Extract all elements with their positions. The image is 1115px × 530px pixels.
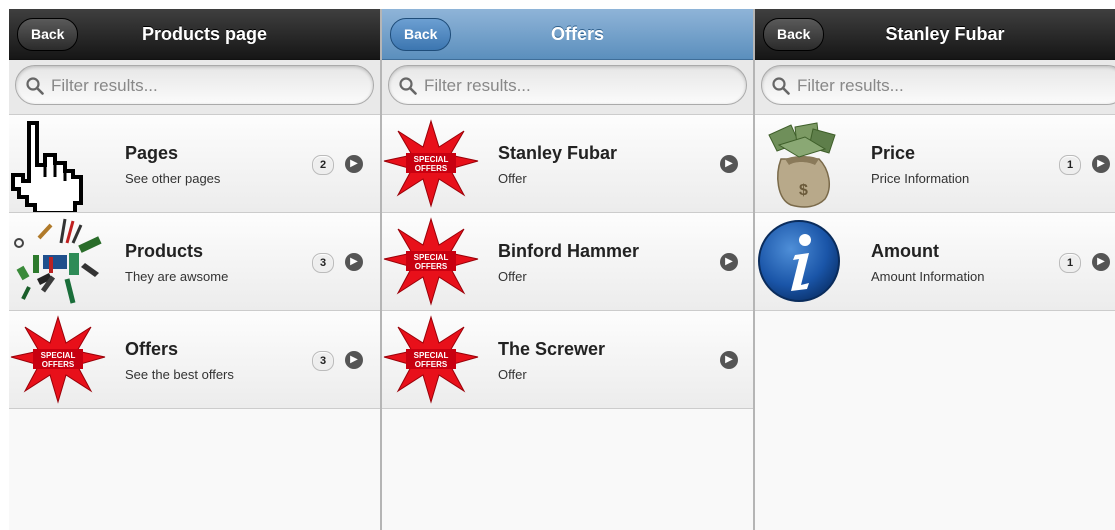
chevron-right-icon: ▶ — [345, 253, 363, 271]
filter-bar — [755, 60, 1115, 115]
page-title: Products page — [141, 24, 268, 44]
badge-text-line1: SPECIAL — [414, 155, 449, 164]
chevron-right-icon: ▶ — [720, 351, 738, 369]
info-icon — [758, 220, 840, 302]
search-field[interactable] — [15, 65, 374, 106]
item-subtitle: Offer — [498, 269, 527, 284]
badge-text-line1: SPECIAL — [414, 253, 449, 262]
badge-text-line2: OFFERS — [415, 360, 448, 369]
count-badge: 3 — [312, 351, 334, 371]
stanley-fubar-screen: Back Stanley Fubar $ Price Price Informa… — [755, 9, 1115, 530]
search-input[interactable] — [49, 66, 353, 106]
hand-pointer-icon — [11, 121, 83, 212]
special-offers-icon: SPECIAL OFFERS — [383, 217, 479, 306]
item-title: Pages — [125, 143, 179, 163]
badge-text-line1: SPECIAL — [414, 351, 449, 360]
item-subtitle: See other pages — [125, 171, 221, 186]
count-badge: 2 — [312, 155, 334, 175]
tools-icon — [14, 218, 102, 304]
chevron-right-icon: ▶ — [345, 351, 363, 369]
item-subtitle: They are awsome — [125, 269, 229, 284]
special-offers-icon: SPECIAL OFFERS — [383, 119, 479, 208]
chevron-right-icon: ▶ — [720, 253, 738, 271]
search-icon — [772, 77, 790, 95]
chevron-right-icon: ▶ — [720, 155, 738, 173]
search-input[interactable] — [795, 66, 1099, 106]
search-field[interactable] — [388, 65, 747, 106]
header: Back Offers — [382, 9, 753, 60]
count-badge: 3 — [312, 253, 334, 273]
money-bag-icon: $ — [768, 122, 836, 208]
count-badge: 1 — [1059, 253, 1081, 273]
item-subtitle: Amount Information — [871, 269, 985, 284]
special-offers-icon: SPECIAL OFFERS — [383, 315, 479, 404]
badge-text-line1: SPECIAL — [41, 351, 76, 360]
search-input[interactable] — [422, 66, 726, 106]
item-title: Price — [871, 143, 916, 163]
item-title: Binford Hammer — [498, 241, 640, 261]
list-item-offers[interactable]: SPECIAL OFFERS Offers See the best offer… — [9, 311, 380, 409]
item-subtitle: Offer — [498, 171, 527, 186]
filter-bar — [382, 60, 753, 115]
chevron-right-icon: ▶ — [1092, 253, 1110, 271]
item-title: The Screwer — [498, 339, 606, 359]
header: Back Stanley Fubar — [755, 9, 1115, 60]
item-title: Stanley Fubar — [498, 143, 618, 163]
list-item-pages[interactable]: Pages See other pages 2 ▶ — [9, 115, 380, 213]
search-field[interactable] — [761, 65, 1115, 106]
list-item-binford-hammer[interactable]: SPECIAL OFFERS Binford Hammer Offer ▶ — [382, 213, 753, 311]
page-title: Stanley Fubar — [885, 24, 1005, 44]
badge-text-line2: OFFERS — [415, 164, 448, 173]
item-title: Amount — [871, 241, 939, 261]
item-title: Products — [125, 241, 204, 261]
header: Back Products page — [9, 9, 380, 60]
item-subtitle: See the best offers — [125, 367, 234, 382]
page-title: Offers — [550, 24, 604, 44]
list-item-stanley-fubar[interactable]: SPECIAL OFFERS Stanley Fubar Offer ▶ — [382, 115, 753, 213]
list-item-products[interactable]: Products They are awsome 3 ▶ — [9, 213, 380, 311]
chevron-right-icon: ▶ — [345, 155, 363, 173]
item-subtitle: Price Information — [871, 171, 970, 186]
list-item-price[interactable]: $ Price Price Information 1 ▶ — [755, 115, 1115, 213]
products-page-screen: Back Products page Pages See other pages… — [9, 9, 380, 530]
search-icon — [399, 77, 417, 95]
chevron-right-icon: ▶ — [1092, 155, 1110, 173]
search-icon — [26, 77, 44, 95]
badge-text-line2: OFFERS — [415, 262, 448, 271]
item-subtitle: Offer — [498, 367, 527, 382]
offers-screen: Back Offers SPECIAL OFFERS Stanley Fubar… — [382, 9, 753, 530]
badge-text-line2: OFFERS — [42, 360, 75, 369]
item-title: Offers — [125, 339, 179, 359]
special-offers-icon: SPECIAL OFFERS — [10, 315, 106, 404]
list-item-amount[interactable]: Amount Amount Information 1 ▶ — [755, 213, 1115, 311]
filter-bar — [9, 60, 380, 115]
svg-text:$: $ — [799, 182, 808, 199]
list-item-the-screwer[interactable]: SPECIAL OFFERS The Screwer Offer ▶ — [382, 311, 753, 409]
count-badge: 1 — [1059, 155, 1081, 175]
